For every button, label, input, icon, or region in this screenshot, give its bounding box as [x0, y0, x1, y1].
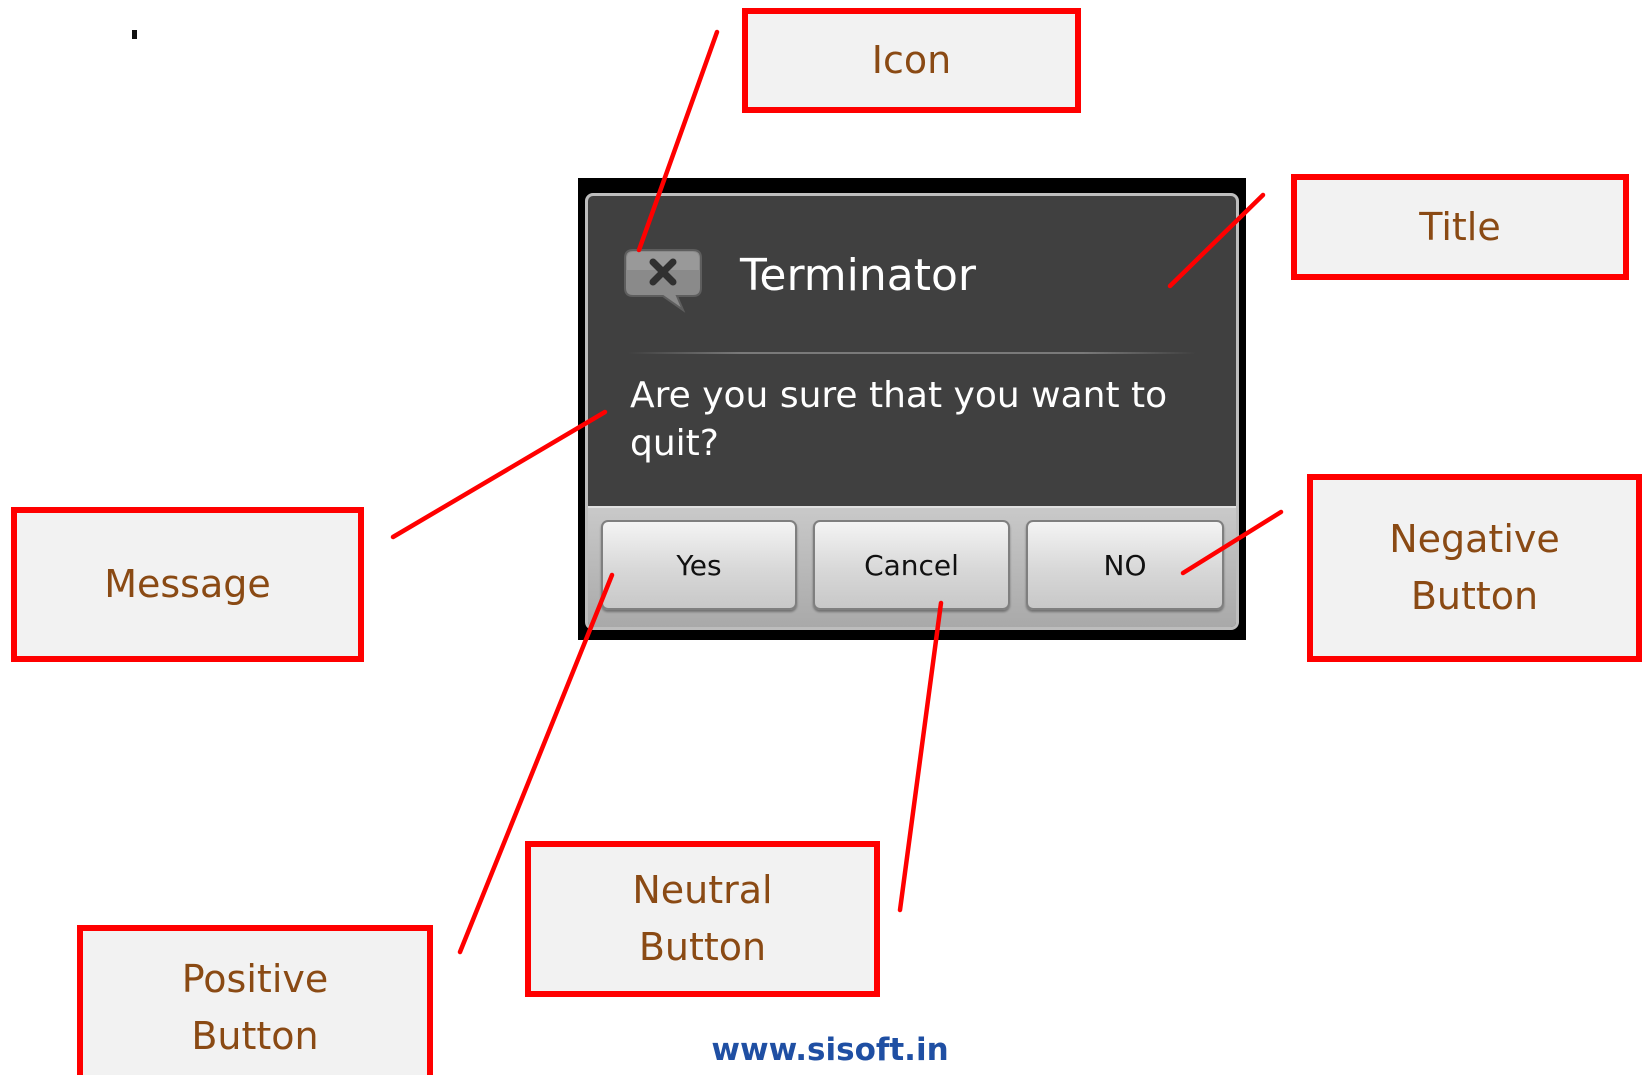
title-callout: Title	[1291, 174, 1629, 280]
positive-callout-line1: Positive	[181, 957, 329, 1001]
dialog-header: Terminator	[588, 196, 1236, 346]
neutral-button[interactable]: Cancel	[813, 520, 1010, 610]
neutral-leader-line	[897, 600, 944, 913]
neutral-button-callout: Neutral Button	[525, 841, 880, 997]
negative-button-callout: Negative Button	[1307, 474, 1642, 662]
title-divider	[628, 352, 1196, 354]
negative-button[interactable]: NO	[1026, 520, 1224, 610]
icon-callout: Icon	[742, 8, 1081, 113]
positive-button[interactable]: Yes	[601, 520, 797, 610]
close-speech-bubble-icon	[624, 249, 702, 313]
negative-callout-line2: Button	[1410, 574, 1539, 618]
icon-callout-label: Icon	[871, 38, 952, 82]
negative-callout-line1: Negative	[1389, 517, 1560, 561]
positive-button-callout-text: Positive Button	[182, 951, 329, 1065]
alert-dialog: Terminator Are you sure that you want to…	[585, 193, 1239, 630]
neutral-callout-line1: Neutral	[632, 868, 773, 912]
dialog-title: Terminator	[740, 250, 976, 301]
footer-site-link[interactable]: www.sisoft.in	[700, 1032, 960, 1068]
positive-callout-line2: Button	[191, 1014, 319, 1058]
negative-button-callout-text: Negative Button	[1389, 511, 1560, 625]
neutral-callout-line2: Button	[638, 925, 767, 969]
neutral-button-callout-text: Neutral Button	[632, 862, 772, 976]
dialog-button-bar: Yes Cancel NO	[588, 506, 1236, 627]
message-leader-line	[390, 409, 608, 540]
title-callout-label: Title	[1419, 204, 1501, 249]
dialog-message: Are you sure that you want to quit?	[630, 375, 1168, 464]
message-callout-label: Message	[104, 562, 271, 606]
stray-mark	[132, 30, 137, 39]
positive-button-callout: Positive Button	[77, 925, 433, 1075]
message-callout: Message	[11, 507, 364, 662]
